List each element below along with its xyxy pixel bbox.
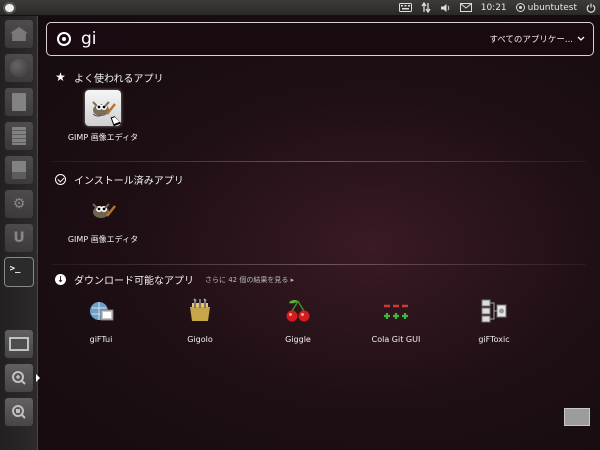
- search-bar: すべてのアプリケー...: [46, 22, 594, 56]
- app-label: GIMP 画像エディタ: [67, 133, 139, 142]
- app-label: giFToxic: [478, 335, 510, 344]
- chevron-down-icon: [577, 36, 585, 41]
- writer-icon[interactable]: [4, 87, 34, 117]
- section-header-frequent: ★ よく使われるアプリ: [55, 70, 164, 85]
- gimp-icon: [85, 192, 121, 228]
- expand-arrow-icon: ▸: [290, 275, 295, 284]
- section-header-installed: インストール済みアプリ: [55, 172, 184, 187]
- app-label: Giggle: [285, 335, 311, 344]
- gimp-icon: [85, 90, 122, 127]
- network-icon[interactable]: [421, 2, 431, 13]
- active-lens-arrow: [36, 374, 40, 382]
- clock[interactable]: 10:21: [481, 3, 507, 13]
- section-title: インストール済みアプリ: [74, 176, 184, 187]
- workspace-preview[interactable]: [564, 408, 590, 426]
- app-label: Cola Git GUI: [371, 335, 421, 344]
- giftui-icon: [83, 293, 119, 329]
- cola-git-icon: [378, 293, 414, 329]
- app-item-gimp-installed[interactable]: GIMP 画像エディタ: [58, 192, 148, 245]
- firefox-icon[interactable]: [4, 53, 34, 83]
- more-results-label: さらに 42 個の結果を見る: [205, 275, 289, 284]
- app-item-giggle[interactable]: Giggle: [253, 293, 343, 344]
- app-item-giftui[interactable]: giFTui: [56, 293, 146, 344]
- top-panel: 10:21 ubuntutest: [0, 0, 600, 16]
- filter-dropdown-label: すべてのアプリケー...: [489, 35, 573, 45]
- launcher: ⚙ U >_: [0, 16, 40, 450]
- app-item-giftoxic[interactable]: giFToxic: [449, 293, 539, 344]
- files-lens-icon[interactable]: [4, 397, 34, 427]
- more-results-link[interactable]: さらに 42 個の結果を見る ▸: [205, 275, 294, 285]
- home-folder-icon[interactable]: [4, 19, 34, 49]
- ubuntu-one-icon[interactable]: U: [4, 223, 34, 253]
- star-icon: ★: [55, 70, 66, 84]
- software-center-icon[interactable]: ⚙: [4, 189, 34, 219]
- app-item-gimp-frequent[interactable]: GIMP 画像エディタ: [58, 90, 148, 143]
- user-menu[interactable]: ubuntutest: [515, 2, 577, 13]
- check-circle-icon: [55, 174, 66, 185]
- power-icon[interactable]: [586, 3, 596, 13]
- impress-icon[interactable]: [4, 155, 34, 185]
- section-header-downloadable: ↓ ダウンロード可能なアプリ さらに 42 個の結果を見る ▸: [55, 272, 294, 287]
- dash-home-button[interactable]: [3, 2, 16, 14]
- keyboard-indicator-icon[interactable]: [398, 3, 412, 12]
- terminal-icon[interactable]: >_: [4, 257, 34, 287]
- mail-icon[interactable]: [459, 3, 472, 12]
- calc-icon[interactable]: [4, 121, 34, 151]
- app-label: giFTui: [89, 335, 113, 344]
- user-name: ubuntutest: [527, 2, 577, 13]
- mouse-cursor-icon: [110, 114, 122, 127]
- gigolo-icon: [182, 293, 218, 329]
- search-lens-icon: [57, 32, 71, 46]
- app-label: Gigolo: [187, 335, 213, 344]
- applications-lens-icon[interactable]: [4, 363, 34, 393]
- sound-icon[interactable]: [440, 3, 451, 13]
- section-title: ダウンロード可能なアプリ: [74, 276, 194, 287]
- giftoxic-icon: [476, 293, 512, 329]
- section-title: よく使われるアプリ: [74, 74, 164, 85]
- app-item-gigolo[interactable]: Gigolo: [155, 293, 245, 344]
- app-label: GIMP 画像エディタ: [67, 235, 139, 244]
- search-input[interactable]: [81, 29, 490, 49]
- user-icon: [515, 3, 525, 12]
- download-icon: ↓: [55, 274, 66, 285]
- workspace-switcher-icon[interactable]: [4, 329, 34, 359]
- section-divider: [52, 161, 586, 162]
- section-divider: [52, 264, 586, 265]
- giggle-icon: [280, 293, 316, 329]
- app-item-cola-git-gui[interactable]: Cola Git GUI: [351, 293, 441, 344]
- filter-dropdown[interactable]: すべてのアプリケー...: [489, 33, 593, 45]
